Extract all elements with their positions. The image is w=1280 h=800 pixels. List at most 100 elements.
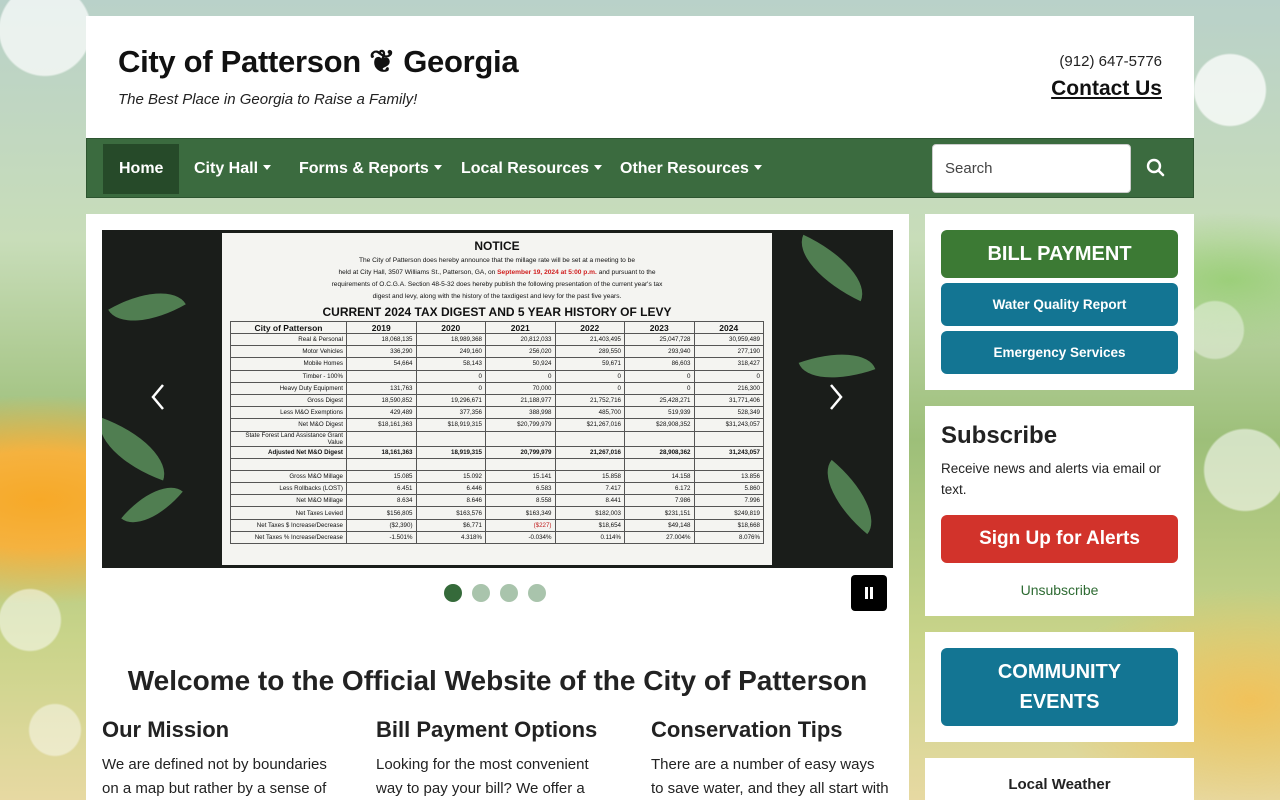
- column-title[interactable]: Bill Payment Options: [376, 717, 616, 743]
- notice-text: requirements of O.C.G.A. Section 48-5-32…: [331, 281, 663, 288]
- table-cell: [624, 430, 695, 447]
- contact-us-link[interactable]: Contact Us: [1051, 77, 1162, 101]
- nav-other-resources[interactable]: Other Resources: [604, 144, 778, 194]
- slider-dot[interactable]: [528, 584, 546, 602]
- table-cell: Net Taxes Levied: [230, 506, 347, 520]
- table-cell: 5.860: [693, 482, 764, 496]
- table-cell: State Forest Land Assistance Grant Value: [230, 430, 347, 447]
- table-cell: 6.446: [415, 482, 486, 496]
- emergency-services-button[interactable]: Emergency Services: [941, 331, 1178, 374]
- table-cell: 289,550: [554, 345, 625, 359]
- table-cell: 277,190: [693, 345, 764, 359]
- table-cell: $28,908,352: [624, 418, 695, 432]
- table-cell: 0: [485, 369, 556, 383]
- table-cell: [554, 430, 625, 447]
- notice-text: digest and levy, along with the history …: [372, 293, 622, 300]
- table-header-row: City of Patterson 2019 2020 2021 2022 2023 202…: [230, 321, 764, 334]
- table-cell: 131,763: [346, 381, 417, 395]
- table-cell: -1.501%: [346, 530, 417, 545]
- pause-icon: [865, 587, 868, 599]
- table-cell: 86,603: [624, 357, 695, 371]
- slider-dot[interactable]: [444, 584, 462, 602]
- table-cell: 0: [415, 381, 486, 395]
- table-cell: 0: [554, 369, 625, 383]
- table-cell: 528,349: [693, 406, 764, 420]
- table-cell: [624, 457, 695, 471]
- table-cell: $6,771: [415, 518, 486, 532]
- table-cell: 8.558: [485, 494, 556, 508]
- button-label: COMMUNITY: [997, 661, 1122, 683]
- leaf-decoration: [788, 234, 876, 302]
- slider-dot[interactable]: [472, 584, 490, 602]
- table-row: Heavy Duty Equipment 131,763 0 70,000 0 0 216,…: [230, 381, 764, 395]
- table-cell: Gross M&O Millage: [230, 469, 347, 484]
- table-cell: 8.076%: [693, 530, 764, 545]
- nav-local-resources[interactable]: Local Resources: [445, 144, 618, 194]
- column-title[interactable]: Our Mission: [102, 717, 342, 743]
- table-cell: 59,671: [554, 357, 625, 371]
- table-cell: 54,664: [346, 357, 417, 371]
- table-header-cell: 2022: [554, 321, 625, 334]
- table-cell: 18,989,368: [415, 332, 486, 347]
- table-cell: 0: [624, 381, 695, 395]
- table-cell: 21,752,716: [554, 393, 625, 408]
- notice-text: held at City Hall, 3507 Williams St., Pa…: [338, 269, 656, 276]
- column-text: We are defined not by boundaries on a ma…: [102, 756, 327, 797]
- table-header-cell: 2020: [415, 321, 486, 334]
- water-quality-button[interactable]: Water Quality Report: [941, 283, 1178, 326]
- table-row: Net Taxes % Increase/Decrease -1.501% 4.31…: [230, 530, 764, 545]
- slider-next-button[interactable]: [826, 380, 846, 414]
- table-cell: 15.092: [415, 469, 486, 484]
- sign-up-alerts-button[interactable]: Sign Up for Alerts: [941, 515, 1178, 563]
- table-cell: 14.158: [624, 469, 695, 484]
- table-cell: [415, 430, 486, 447]
- site-title[interactable]: City of Patterson ❦ Georgia: [118, 44, 519, 80]
- table-cell: 293,940: [624, 345, 695, 359]
- table-cell: Net Taxes $ Increase/Decrease: [230, 518, 347, 532]
- slider-pause-button[interactable]: [851, 575, 887, 611]
- table-cell: 13.856: [693, 469, 764, 484]
- main-content: NOTICE The City of Patterson does hereby…: [86, 214, 909, 800]
- welcome-heading: Welcome to the Official Website of the C…: [127, 665, 868, 696]
- slider-dot[interactable]: [500, 584, 518, 602]
- bill-payment-button[interactable]: BILL PAYMENT: [941, 230, 1178, 278]
- notice-heading: NOTICE: [474, 239, 520, 253]
- table-cell: 0: [693, 369, 764, 383]
- table-cell: $49,148: [624, 518, 695, 532]
- table-cell: [485, 457, 556, 471]
- nav-forms-reports[interactable]: Forms & Reports: [283, 144, 458, 194]
- table-cell: [415, 457, 486, 471]
- table-cell: 256,020: [485, 345, 556, 359]
- conservation-column: Conservation Tips There are a number of …: [651, 717, 891, 800]
- table-header-cell: City of Patterson: [230, 321, 347, 334]
- table-cell: 6.451: [346, 482, 417, 496]
- table-row: [230, 457, 764, 471]
- search-button[interactable]: [1141, 153, 1171, 183]
- table-row: Timber - 100% 0 0 0 0 0: [230, 369, 764, 383]
- table-cell: -0.034%: [485, 530, 556, 545]
- column-text: There are a number of easy ways to save …: [651, 756, 889, 797]
- table-cell: 27.004%: [624, 530, 695, 545]
- community-events-button[interactable]: COMMUNITY EVENTS: [941, 648, 1178, 726]
- table-cell: [693, 457, 764, 471]
- slider-indicators: [444, 584, 556, 607]
- slider-prev-button[interactable]: [148, 380, 168, 414]
- unsubscribe-link[interactable]: Unsubscribe: [925, 582, 1194, 598]
- nav-label: Local Resources: [461, 160, 590, 177]
- nav-home[interactable]: Home: [103, 144, 180, 194]
- nav-label: Forms & Reports: [299, 160, 429, 177]
- phone-number[interactable]: (912) 647-5776: [1059, 53, 1162, 70]
- table-cell: [346, 369, 417, 383]
- table-cell: $163,576: [415, 506, 486, 520]
- table-cell: 7.417: [554, 482, 625, 496]
- table-row: Net Taxes Levied $156,805 $163,576 $163,349…: [230, 506, 764, 520]
- table-cell: Adjusted Net M&O Digest: [230, 445, 347, 459]
- table-row: Net M&O Digest $18,161,363 $18,919,315 $20,…: [230, 418, 764, 432]
- table-cell: 15.858: [554, 469, 625, 484]
- column-title[interactable]: Conservation Tips: [651, 717, 891, 743]
- table-cell: 8.441: [554, 494, 625, 508]
- table-cell: 18,068,135: [346, 332, 417, 347]
- nav-city-hall[interactable]: City Hall: [178, 144, 287, 194]
- table-cell: 7.986: [624, 494, 695, 508]
- search-input[interactable]: [932, 144, 1131, 193]
